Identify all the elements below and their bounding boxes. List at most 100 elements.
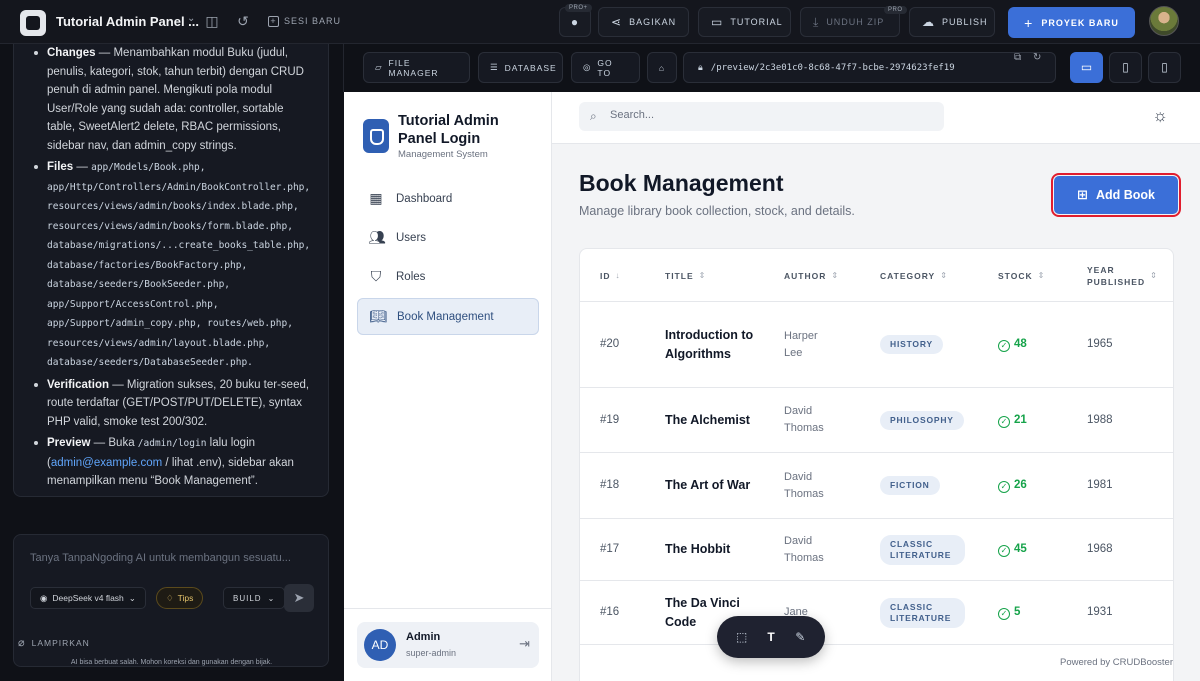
cell-author: David Thomas (784, 534, 824, 564)
app-logo-icon[interactable] (20, 10, 46, 36)
preview-url: /preview/2c3e01c0-8c68-47f7-bcbe-2974623… (710, 62, 955, 73)
cell-category: PHILOSOPHY (880, 388, 964, 452)
brand-subtitle: Management System (398, 149, 488, 160)
folder-icon: ▱ (375, 62, 383, 72)
cell-id: #19 (600, 413, 620, 426)
column-header-stock[interactable]: STOCK ⇕ (998, 249, 1045, 302)
table-row[interactable]: #20 Introduction to Algorithms Harper Le… (580, 302, 1173, 388)
monitor-icon: ▭ (1080, 60, 1093, 74)
cell-year: 1965 (1087, 338, 1113, 350)
table-row[interactable]: #16 The Da Vinci Code Jane CLASSIC LITER… (580, 581, 1173, 645)
sun-icon[interactable]: ☼ (1152, 107, 1168, 124)
model-select[interactable]: ◉ DeepSeek v4 flash ⌄ (30, 587, 146, 609)
admin-header: ⌕ ☼ (552, 92, 1200, 144)
cell-year: 1968 (1087, 543, 1113, 555)
cell-category: FICTION (880, 453, 940, 518)
sidebar-divider (344, 608, 552, 609)
tablet-view-button[interactable]: ▯ (1109, 52, 1142, 83)
tips-label: Tips (177, 593, 194, 603)
home-button[interactable]: ⌂ (647, 52, 677, 83)
new-session-button[interactable]: + SESI BARU (268, 16, 341, 27)
sidebar-item-book-management[interactable]: 📖︎ Book Management (357, 298, 539, 335)
cell-author: Harper Lee (784, 329, 818, 359)
add-book-button[interactable]: ⊞ Add Book (1051, 173, 1181, 217)
sidebar-item-dashboard[interactable]: ▦ Dashboard (357, 180, 539, 217)
compass-icon: ◎ (583, 62, 592, 72)
stock-value: ✓ 26 (998, 476, 1027, 495)
chevron-down-icon: ⌄ (267, 593, 276, 603)
search-box: ⌕ (579, 102, 944, 131)
file-list: app/Models/Book.php, app/Http/Controller… (47, 162, 311, 368)
sort-down-icon: ↓ (615, 270, 621, 280)
project-title[interactable]: Tutorial Admin Panel ... (56, 14, 199, 29)
tutorial-button[interactable]: ▭ TUTORIAL (698, 7, 791, 37)
home-icon: ⌂ (658, 62, 666, 73)
attach-button[interactable]: ⌀ LAMPIRKAN (18, 636, 90, 649)
select-element-icon[interactable]: ⬚ (731, 630, 753, 644)
column-label: STOCK (998, 270, 1033, 281)
edit-pen-icon[interactable]: ✎ (789, 630, 811, 644)
database-button[interactable]: ☰ DATABASE (478, 52, 563, 83)
avatar: AD (364, 629, 396, 661)
chevron-down-icon[interactable]: ⌄ (187, 13, 195, 24)
book-open-icon: ▭ (711, 15, 724, 29)
sidebar-item-users[interactable]: 👥︎ Users (357, 219, 539, 256)
sort-icon: ⇕ (1150, 270, 1158, 280)
sidebar-toggle-icon[interactable]: ◫ (203, 12, 221, 30)
top-bar: Tutorial Admin Panel ... ⌄ ◫ ↺ + SESI BAR… (0, 0, 1200, 44)
url-bar[interactable]: 🔒︎ /preview/2c3e01c0-8c68-47f7-bcbe-29746… (683, 52, 1056, 83)
sidebar-item-roles[interactable]: ⛉ Roles (357, 258, 539, 295)
build-mode-select[interactable]: BUILD ⌄ (223, 587, 286, 609)
column-header-title[interactable]: TITLE ⇕ (665, 249, 706, 302)
text-tool-button[interactable]: T (760, 630, 782, 644)
page-subtitle: Manage library book collection, stock, a… (579, 204, 855, 218)
logout-icon[interactable]: ⇥ (519, 636, 530, 652)
check-circle-icon: ✓ (998, 340, 1010, 352)
preview-frame: Tutorial Admin Panel Login Management Sy… (344, 92, 1200, 681)
mobile-view-button[interactable]: ▯ (1148, 52, 1181, 83)
publish-button[interactable]: ☁ PUBLISH (909, 7, 995, 37)
email-link[interactable]: admin@example.com (51, 457, 162, 469)
file-manager-button[interactable]: ▱ FILE MANAGER (363, 52, 470, 83)
column-header-author[interactable]: AUTHOR ⇕ (784, 249, 839, 302)
item-label: Changes (47, 47, 96, 59)
cell-title: The Art of War (665, 478, 751, 492)
list-item: Preview — Buka /admin/login lalu login (… (30, 434, 314, 491)
history-icon[interactable]: ↺ (234, 12, 252, 30)
column-header-category[interactable]: CATEGORY ⇕ (880, 249, 948, 302)
stock-number: 48 (1014, 338, 1027, 350)
disclaimer-text: AI bisa berbuat salah. Mohon koreksi dan… (70, 659, 273, 666)
cell-stock: ✓ 45 (998, 519, 1027, 580)
share-icon: ⋖ (611, 15, 623, 29)
new-project-button[interactable]: + PROYEK BARU (1008, 7, 1135, 38)
tips-button[interactable]: ♢ Tips (156, 587, 204, 609)
goto-button[interactable]: ◎ GO TO (571, 52, 640, 83)
github-icon: ● (570, 15, 580, 29)
category-badge: HISTORY (880, 335, 943, 354)
column-header-id[interactable]: ID ↓ (600, 249, 621, 302)
category-badge: CLASSIC LITERATURE (880, 597, 965, 628)
desktop-view-button[interactable]: ▭ (1070, 52, 1103, 83)
send-button[interactable]: ➤ (284, 584, 314, 612)
column-label: YEAR PUBLISHED (1087, 264, 1146, 287)
sidebar-item-label: Book Management (397, 310, 494, 323)
table-row[interactable]: #18 The Art of War David Thomas FICTION … (580, 453, 1173, 519)
table-row[interactable]: #17 The Hobbit David Thomas CLASSIC LITE… (580, 519, 1173, 581)
item-label: Verification (47, 378, 109, 391)
build-label: BUILD (233, 593, 262, 603)
search-input[interactable] (610, 109, 930, 121)
table-row[interactable]: #19 The Alchemist David Thomas PHILOSOPH… (580, 388, 1173, 453)
item-text: — (73, 161, 92, 173)
sort-icon: ⇕ (698, 270, 707, 280)
attach-label: LAMPIRKAN (31, 638, 90, 648)
database-label: DATABASE (504, 62, 557, 73)
column-header-year[interactable]: YEAR PUBLISHED ⇕ (1087, 249, 1157, 302)
cell-year: 1988 (1087, 413, 1113, 426)
prompt-input[interactable] (30, 552, 315, 564)
share-button[interactable]: ⋖ BAGIKAN (598, 7, 689, 37)
sidebar-item-label: Users (396, 231, 427, 244)
grid-icon: ▦ (369, 190, 383, 206)
sort-icon: ⇕ (1037, 270, 1046, 280)
user-avatar[interactable] (1149, 6, 1179, 36)
column-label: CATEGORY (880, 270, 936, 281)
